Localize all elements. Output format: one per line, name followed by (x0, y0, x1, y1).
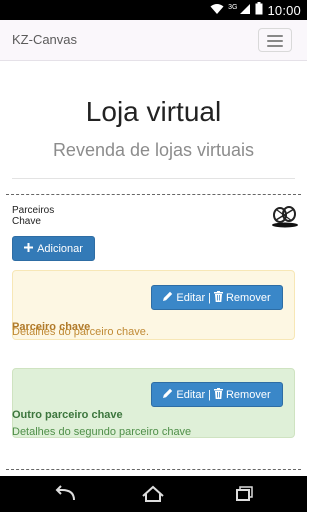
trash-icon (213, 387, 223, 402)
system-nav-bar (0, 476, 307, 512)
section-label-partners: Parceiros (12, 205, 55, 216)
menu-toggle-button[interactable] (258, 28, 292, 52)
pencil-icon (163, 291, 173, 304)
edit-remove-button-2[interactable]: Editar | Remover (151, 382, 283, 407)
card-description-1: Detalhes do parceiro chave. (12, 326, 149, 338)
divider (12, 178, 295, 179)
page-subtitle: Revenda de lojas virtuais (52, 140, 255, 160)
add-button[interactable]: Adicionar (12, 236, 95, 261)
handshake-logo-icon (270, 203, 300, 229)
remove-label-1: Remover (225, 291, 271, 304)
status-bar: 3G 10:00 (0, 0, 307, 20)
pencil-icon (163, 388, 173, 401)
page-title: Loja virtual (85, 96, 222, 127)
status-time: 10:00 (267, 2, 301, 18)
recents-icon[interactable] (230, 484, 254, 504)
top-navbar: KZ-Canvas (0, 20, 307, 61)
add-button-label: Adicionar (37, 242, 83, 255)
signal-icon (239, 3, 251, 18)
status-icons: 3G 10:00 (210, 2, 301, 18)
card-title-2: Outro parceiro chave (12, 409, 123, 421)
edit-remove-button-1[interactable]: Editar | Remover (151, 285, 283, 310)
card-description-2: Detalhes do segundo parceiro chave (12, 426, 192, 438)
navbar-brand[interactable]: KZ-Canvas (12, 32, 77, 47)
trash-icon (213, 290, 223, 305)
plus-icon (24, 242, 34, 255)
network-type: 3G (228, 3, 238, 11)
back-icon[interactable] (52, 484, 76, 504)
section-label-key: Chave (12, 216, 41, 227)
home-icon[interactable] (140, 484, 164, 504)
edit-label-1: Editar (176, 291, 206, 304)
battery-icon (255, 2, 263, 18)
remove-label-2: Remover (225, 388, 271, 401)
edit-label-2: Editar (176, 388, 206, 401)
wifi-icon (210, 3, 224, 18)
